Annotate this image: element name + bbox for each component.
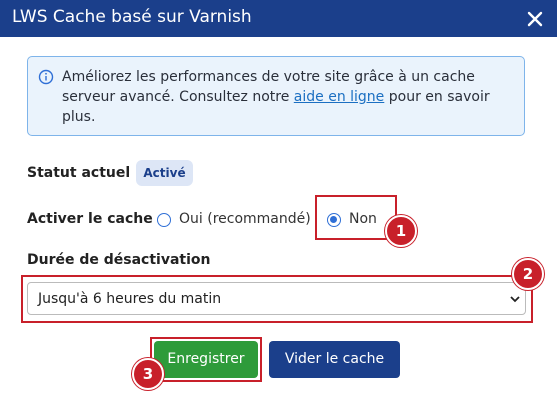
help-link[interactable]: aide en ligne — [294, 89, 385, 105]
close-icon[interactable] — [525, 9, 545, 29]
step-marker-1: 1 — [385, 215, 417, 247]
info-box: Améliorez les performances de votre site… — [27, 56, 525, 136]
enable-cache-label: Activer le cache : — [27, 211, 164, 227]
save-button[interactable]: Enregistrer — [154, 341, 258, 378]
dialog-title: LWS Cache basé sur Varnish — [12, 7, 252, 27]
clear-cache-button[interactable]: Vider le cache — [269, 341, 400, 378]
duration-select-value: Jusqu'à 6 heures du matin — [38, 291, 222, 307]
info-text: Améliorez les performances de votre site… — [62, 67, 517, 127]
radio-oui[interactable] — [157, 213, 171, 227]
status-label: Statut actuel : — [27, 165, 141, 181]
info-icon — [38, 69, 54, 85]
duration-label: Durée de désactivation — [27, 252, 211, 268]
status-badge: Activé — [136, 160, 193, 186]
step-marker-3: 3 — [132, 358, 164, 390]
duration-select[interactable]: Jusqu'à 6 heures du matin — [27, 282, 526, 315]
chevron-down-icon — [510, 296, 520, 303]
step-marker-2: 2 — [512, 258, 544, 290]
dialog-header: LWS Cache basé sur Varnish — [0, 0, 557, 37]
radio-oui-label: Oui (recommandé) — [179, 211, 311, 227]
